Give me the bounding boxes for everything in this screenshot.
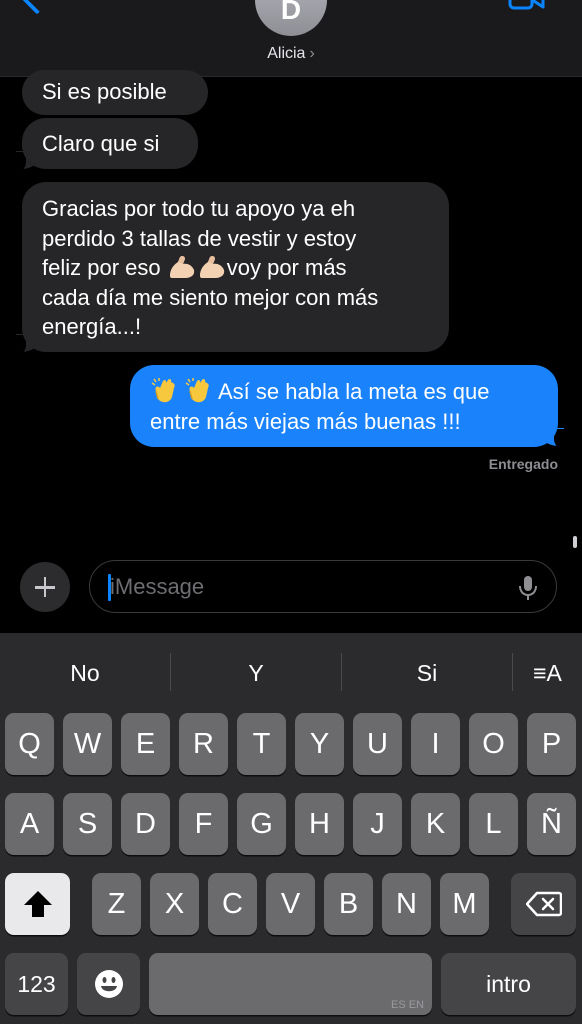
message-bubble-outgoing[interactable]: Así se habla la meta es que entre más vi… bbox=[130, 365, 558, 447]
text-format-icon[interactable]: ≡A bbox=[513, 655, 582, 691]
space-key[interactable]: ES EN bbox=[149, 953, 432, 1015]
contact-name-label: Alicia bbox=[267, 45, 306, 62]
key-g[interactable]: G bbox=[237, 793, 286, 855]
backspace-key[interactable] bbox=[511, 873, 576, 935]
message-text: Claro que si bbox=[42, 131, 160, 156]
key-c[interactable]: C bbox=[208, 873, 257, 935]
flexed-biceps-emoji bbox=[169, 255, 194, 278]
prediction-2[interactable]: Y bbox=[171, 655, 341, 691]
key-u[interactable]: U bbox=[353, 713, 402, 775]
key-y[interactable]: Y bbox=[295, 713, 344, 775]
key-n[interactable]: N bbox=[382, 873, 431, 935]
key-w[interactable]: W bbox=[63, 713, 112, 775]
scroll-indicator[interactable] bbox=[573, 536, 577, 548]
clapping-hands-emoji bbox=[185, 378, 209, 403]
message-line: Gracias por todo tu apoyo ya eh bbox=[42, 196, 356, 221]
message-input[interactable]: iMessage bbox=[89, 560, 557, 613]
return-key[interactable]: intro bbox=[441, 953, 576, 1015]
back-chevron-icon[interactable] bbox=[21, 0, 53, 15]
message-line: cada día me siento mejor con más bbox=[42, 284, 379, 310]
key-p[interactable]: P bbox=[527, 713, 576, 775]
backspace-icon bbox=[525, 891, 562, 917]
delivered-status: Entregado bbox=[488, 456, 558, 472]
key-a[interactable]: A bbox=[5, 793, 54, 855]
key-m[interactable]: M bbox=[440, 873, 489, 935]
key-s[interactable]: S bbox=[63, 793, 112, 855]
key-f[interactable]: F bbox=[179, 793, 228, 855]
language-indicator: ES EN bbox=[390, 999, 424, 1011]
key-q[interactable]: Q bbox=[5, 713, 54, 775]
emoji-key[interactable] bbox=[77, 953, 140, 1015]
key-o[interactable]: O bbox=[469, 713, 518, 775]
key-d[interactable]: D bbox=[121, 793, 170, 855]
message-bubble-incoming[interactable]: Gracias por todo tu apoyo ya eh perdido … bbox=[22, 182, 449, 352]
key-x[interactable]: X bbox=[150, 873, 199, 935]
flexed-biceps-emoji bbox=[199, 255, 224, 278]
message-text: voy por más bbox=[226, 255, 347, 280]
mic-icon[interactable] bbox=[518, 575, 538, 601]
key-r[interactable]: R bbox=[179, 713, 228, 775]
message-line: Así se habla la meta es que bbox=[150, 377, 538, 407]
message-text: feliz por eso bbox=[42, 255, 167, 280]
key-t[interactable]: T bbox=[237, 713, 286, 775]
clapping-hands-emoji bbox=[151, 378, 175, 403]
message-bubble-incoming[interactable]: Claro que si bbox=[22, 118, 198, 169]
shift-key[interactable] bbox=[5, 873, 70, 935]
avatar[interactable]: D bbox=[255, 0, 327, 36]
key-i[interactable]: I bbox=[411, 713, 460, 775]
message-bubble-incoming[interactable]: Si es posible bbox=[22, 70, 208, 115]
video-camera-icon[interactable] bbox=[508, 0, 546, 10]
keyboard: No Y Si ≡A Q W E R T Y U I O P A S D F G… bbox=[0, 633, 582, 1024]
bubble-tail-mask bbox=[554, 429, 574, 451]
key-n-tilde[interactable]: Ñ bbox=[527, 793, 576, 855]
key-z[interactable]: Z bbox=[92, 873, 141, 935]
emoji-icon bbox=[94, 970, 123, 998]
key-l[interactable]: L bbox=[469, 793, 518, 855]
key-h[interactable]: H bbox=[295, 793, 344, 855]
message-input-placeholder: iMessage bbox=[110, 574, 205, 599]
key-e[interactable]: E bbox=[121, 713, 170, 775]
message-text: Así se habla la meta es que bbox=[218, 379, 490, 404]
key-j[interactable]: J bbox=[353, 793, 402, 855]
prediction-1[interactable]: No bbox=[0, 655, 170, 691]
message-line: energía...! bbox=[42, 314, 142, 339]
contact-name[interactable]: Alicia › bbox=[0, 45, 582, 63]
key-b[interactable]: B bbox=[324, 873, 373, 935]
message-text: Si es posible bbox=[42, 79, 167, 104]
key-v[interactable]: V bbox=[266, 873, 315, 935]
bubble-tail-mask bbox=[6, 152, 26, 174]
conversation-header: D Alicia › bbox=[0, 0, 582, 77]
shift-icon bbox=[23, 891, 52, 917]
chevron-right-icon: › bbox=[309, 45, 315, 62]
avatar-initial: D bbox=[280, 0, 302, 25]
message-line: entre más viejas más buenas !!! bbox=[150, 408, 461, 434]
plus-icon[interactable] bbox=[20, 562, 70, 612]
message-line: feliz por eso voy por más bbox=[42, 253, 429, 283]
message-line: perdido 3 tallas de vestir y estoy bbox=[42, 225, 357, 251]
prediction-3[interactable]: Si bbox=[342, 655, 512, 691]
bubble-tail-mask bbox=[6, 335, 26, 357]
numbers-key[interactable]: 123 bbox=[5, 953, 68, 1015]
key-k[interactable]: K bbox=[411, 793, 460, 855]
